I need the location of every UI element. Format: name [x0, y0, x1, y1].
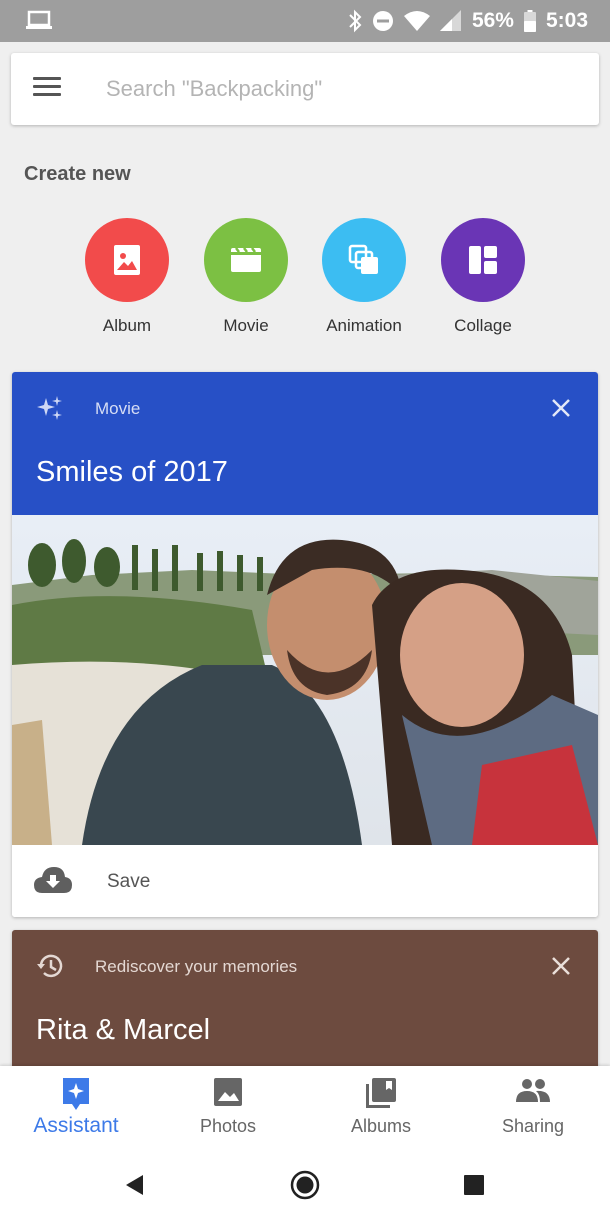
- save-label: Save: [107, 871, 151, 892]
- nav-photos[interactable]: Photos: [152, 1066, 304, 1154]
- nav-albums-label: Albums: [350, 1116, 412, 1136]
- battery-icon: [523, 10, 536, 32]
- recents-icon[interactable]: [464, 1175, 484, 1200]
- create-movie-button[interactable]: Movie: [186, 218, 306, 336]
- card-kind-label: Movie: [95, 399, 141, 418]
- nav-photos-label: Photos: [199, 1116, 257, 1136]
- card-title: Rita & Marcel: [36, 1014, 211, 1046]
- create-animation-label: Animation: [326, 316, 402, 335]
- back-icon[interactable]: [124, 1174, 146, 1201]
- memories-card[interactable]: Rediscover your memories Rita & Marcel: [12, 930, 598, 1070]
- close-icon[interactable]: [550, 955, 572, 977]
- signal-icon: [439, 10, 462, 32]
- photo-icon: [85, 218, 169, 302]
- status-bar: 56% 5:03: [0, 0, 610, 42]
- sparkle-icon: [36, 394, 64, 427]
- bluetooth-icon: [348, 9, 362, 33]
- create-album-label: Album: [102, 316, 152, 335]
- nav-assistant-label: Assistant: [33, 1114, 119, 1137]
- search-input[interactable]: [106, 65, 576, 113]
- card-kind-label: Rediscover your memories: [95, 957, 298, 976]
- movie-card-header: Movie Smiles of 2017: [12, 372, 598, 515]
- wifi-icon: [403, 10, 430, 32]
- create-animation-button[interactable]: Animation: [304, 218, 424, 336]
- bottom-navigation: Assistant Photos Albums Sharing: [0, 1066, 610, 1154]
- movie-cover-photo[interactable]: [12, 515, 598, 845]
- save-button[interactable]: Save: [12, 845, 598, 917]
- home-icon[interactable]: [290, 1170, 320, 1205]
- assistant-icon: [61, 1078, 91, 1115]
- system-navigation-bar: [0, 1154, 610, 1220]
- card-title: Smiles of 2017: [36, 456, 228, 488]
- nav-albums[interactable]: Albums: [305, 1066, 457, 1154]
- people-icon: [516, 1078, 550, 1107]
- create-album-button[interactable]: Album: [67, 218, 187, 336]
- create-movie-label: Movie: [223, 316, 269, 335]
- battery-percent: 56%: [471, 9, 514, 32]
- create-collage-label: Collage: [454, 316, 512, 335]
- collage-icon: [441, 218, 525, 302]
- cloud-download-icon: [34, 867, 72, 898]
- animation-icon: [322, 218, 406, 302]
- clock: 5:03: [545, 9, 588, 32]
- history-icon: [36, 952, 64, 985]
- nav-sharing-label: Sharing: [501, 1116, 565, 1136]
- nav-assistant[interactable]: Assistant: [0, 1066, 152, 1154]
- search-bar: [11, 53, 599, 125]
- create-collage-button[interactable]: Collage: [423, 218, 543, 336]
- close-icon[interactable]: [550, 397, 572, 419]
- menu-icon[interactable]: [33, 77, 61, 101]
- nav-sharing[interactable]: Sharing: [457, 1066, 609, 1154]
- do-not-disturb-icon: [372, 10, 394, 32]
- create-new-heading: Create new: [24, 163, 131, 185]
- albums-icon: [366, 1078, 396, 1113]
- photos-icon: [214, 1078, 242, 1111]
- laptop-icon: [26, 9, 52, 36]
- clapper-icon: [204, 218, 288, 302]
- movie-card[interactable]: Movie Smiles of 2017 Save: [12, 372, 598, 917]
